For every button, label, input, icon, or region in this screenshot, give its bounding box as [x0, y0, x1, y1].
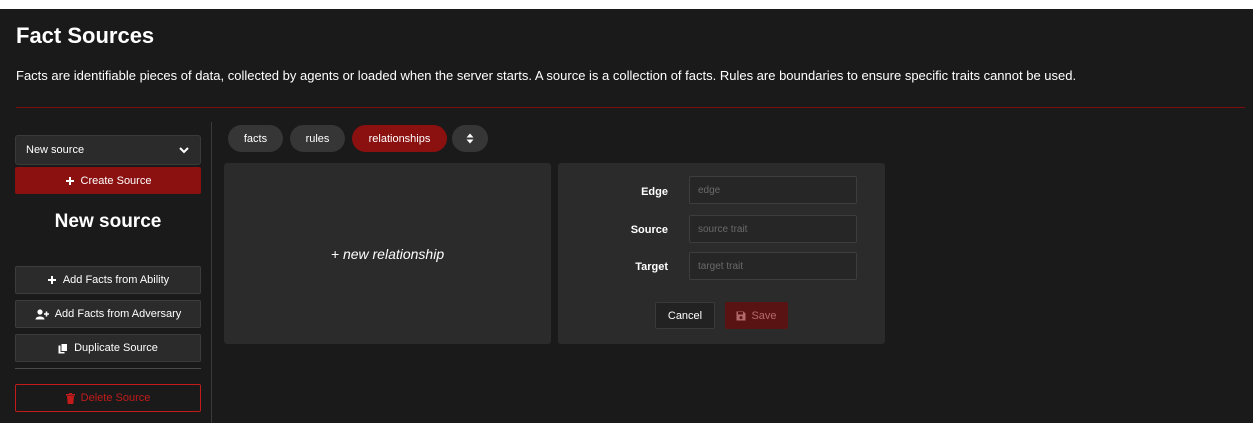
- edge-label: Edge: [641, 186, 668, 198]
- user-plus-icon: [35, 308, 49, 320]
- create-source-button[interactable]: Create Source: [15, 167, 201, 194]
- new-relationship-button[interactable]: + new relationship: [224, 163, 551, 344]
- tab-facts-label: facts: [243, 132, 268, 145]
- delete-source-button[interactable]: Delete Source: [15, 384, 201, 412]
- cancel-label: Cancel: [667, 309, 703, 322]
- source-label: Source: [630, 224, 668, 236]
- add-facts-from-ability-label: Add Facts from Ability: [62, 274, 170, 286]
- tab-rules-label: rules: [305, 132, 330, 145]
- duplicate-source-label: Duplicate Source: [74, 342, 158, 354]
- sort-icon: [466, 133, 474, 144]
- source-select[interactable]: New source: [15, 135, 201, 165]
- sidebar-divider: [15, 368, 201, 369]
- tab-facts[interactable]: facts: [228, 125, 283, 152]
- sort-toggle-button[interactable]: [452, 125, 488, 152]
- source-select-value: New source: [26, 144, 85, 156]
- page-title: Fact Sources: [16, 23, 155, 48]
- trash-icon: [65, 392, 75, 404]
- page-description: Facts are identifiable pieces of data, c…: [16, 68, 1077, 83]
- save-label: Save: [751, 309, 777, 322]
- source-trait-input[interactable]: [689, 215, 857, 243]
- source-name-heading: New source: [54, 211, 162, 232]
- add-facts-from-adversary-button[interactable]: Add Facts from Adversary: [15, 300, 201, 328]
- duplicate-source-button[interactable]: Duplicate Source: [15, 334, 201, 362]
- delete-source-label: Delete Source: [80, 392, 151, 404]
- chevron-down-icon: [178, 144, 190, 156]
- copy-icon: [58, 342, 69, 354]
- create-source-label: Create Source: [80, 174, 152, 187]
- cancel-button[interactable]: Cancel: [655, 302, 715, 329]
- add-facts-from-adversary-label: Add Facts from Adversary: [54, 308, 182, 320]
- edge-input[interactable]: [689, 176, 857, 204]
- target-label: Target: [635, 261, 668, 273]
- floppy-disk-icon: [736, 311, 746, 321]
- sidebar-vertical-divider: [211, 122, 212, 423]
- plus-icon: [65, 176, 75, 186]
- target-trait-input[interactable]: [689, 252, 857, 280]
- title-divider: [16, 107, 1245, 108]
- plus-icon: [47, 275, 57, 285]
- save-button[interactable]: Save: [725, 302, 788, 329]
- new-relationship-label: + new relationship: [330, 245, 445, 262]
- tab-relationships-label: relationships: [368, 132, 431, 145]
- relationship-form: Edge Source Target Cancel Save: [558, 163, 885, 344]
- tab-relationships[interactable]: relationships: [352, 125, 447, 152]
- add-facts-from-ability-button[interactable]: Add Facts from Ability: [15, 266, 201, 294]
- app-window: Fact Sources Facts are identifiable piec…: [0, 9, 1253, 423]
- tab-rules[interactable]: rules: [290, 125, 345, 152]
